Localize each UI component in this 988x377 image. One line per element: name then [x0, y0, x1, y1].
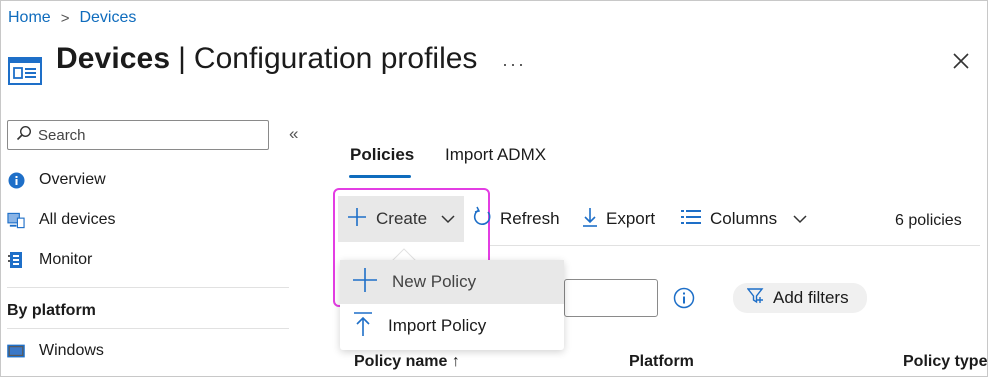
filter-search-input[interactable]: [564, 279, 658, 317]
sidebar-item-label: All devices: [39, 211, 116, 228]
monitor-icon: [7, 251, 25, 269]
toolbar-divider: [490, 245, 980, 246]
tab-policies-underline: [349, 175, 411, 178]
column-header-policy-name[interactable]: Policy name ↑: [354, 353, 460, 371]
page-title-sub: Configuration profiles: [193, 42, 478, 75]
add-filters-label: Add filters: [773, 288, 849, 307]
columns-label: Columns: [710, 209, 778, 228]
page-title: Devices | Configuration profiles: [56, 42, 477, 76]
sidebar-search-input[interactable]: Search: [7, 120, 269, 150]
create-dropdown-menu: New Policy Import Policy: [340, 260, 564, 350]
columns-icon: [680, 208, 702, 231]
sidebar-divider: [7, 328, 289, 329]
collapse-sidebar-button[interactable]: «: [289, 124, 298, 144]
windows-icon: [7, 342, 25, 360]
column-header-policy-type[interactable]: Policy type: [903, 353, 987, 371]
sidebar-item-label: Monitor: [39, 251, 93, 268]
close-icon[interactable]: [952, 52, 970, 75]
refresh-button[interactable]: Refresh: [472, 196, 560, 242]
sidebar-divider: [7, 287, 289, 288]
columns-button[interactable]: Columns: [680, 196, 807, 242]
chevron-down-icon: [793, 209, 807, 229]
sidebar-item-monitor[interactable]: Monitor: [7, 245, 92, 275]
menu-item-import-policy[interactable]: Import Policy: [340, 304, 564, 348]
policy-count: 6 policies: [895, 212, 962, 229]
download-icon: [582, 206, 598, 233]
menu-item-new-policy[interactable]: New Policy: [340, 260, 564, 304]
filter-icon: [746, 287, 765, 309]
breadcrumb-devices[interactable]: Devices: [79, 9, 136, 27]
devices-icon: [7, 211, 25, 229]
upload-icon: [352, 311, 374, 342]
sidebar-item-label: Overview: [39, 171, 106, 188]
column-header-platform[interactable]: Platform: [629, 353, 694, 371]
search-placeholder: Search: [38, 126, 86, 144]
breadcrumb: Home > Devices: [8, 9, 136, 27]
more-options-button[interactable]: ···: [502, 54, 526, 75]
add-filters-button[interactable]: Add filters: [733, 283, 867, 313]
sidebar-item-label: Windows: [39, 342, 104, 359]
page-title-separator: |: [178, 42, 186, 75]
refresh-icon: [472, 206, 492, 233]
menu-item-label: New Policy: [392, 272, 477, 291]
sidebar-section-by-platform: By platform: [7, 302, 96, 319]
tab-import-admx[interactable]: Import ADMX: [445, 145, 546, 165]
info-circle-icon[interactable]: [673, 287, 695, 314]
export-button[interactable]: Export: [582, 196, 655, 242]
configuration-profiles-icon: [8, 57, 42, 90]
search-icon: [16, 125, 32, 145]
info-icon: [7, 171, 25, 189]
export-label: Export: [606, 209, 656, 228]
sidebar-item-all-devices[interactable]: All devices: [7, 205, 115, 235]
sidebar-item-overview[interactable]: Overview: [7, 165, 106, 195]
refresh-label: Refresh: [500, 209, 560, 228]
sidebar-item-windows[interactable]: Windows: [7, 336, 104, 366]
breadcrumb-home[interactable]: Home: [8, 9, 51, 27]
menu-item-label: Import Policy: [388, 316, 487, 335]
page-title-main: Devices: [56, 42, 171, 75]
breadcrumb-separator: >: [60, 9, 70, 27]
plus-icon: [352, 267, 378, 298]
tab-policies[interactable]: Policies: [350, 145, 414, 165]
